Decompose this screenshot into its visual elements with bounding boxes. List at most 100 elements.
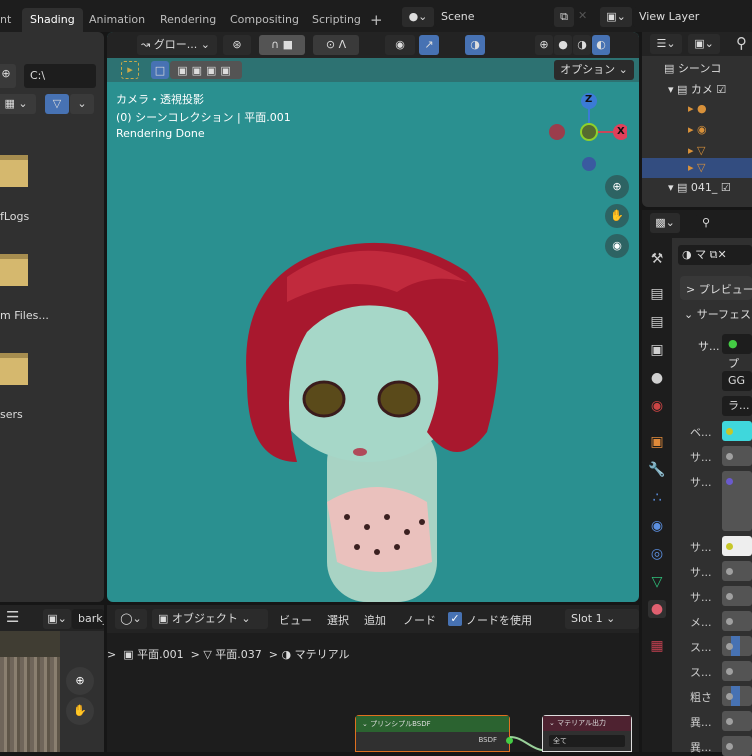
- object-icon[interactable]: ▣: [648, 433, 666, 451]
- base-color-field[interactable]: [722, 421, 752, 441]
- visibility-icon[interactable]: ◉: [385, 35, 415, 55]
- image-browse-icon[interactable]: ▣⌄: [43, 609, 71, 629]
- world-icon[interactable]: ◉: [648, 397, 666, 415]
- prop-field[interactable]: [722, 661, 752, 681]
- folder-label[interactable]: sers: [0, 408, 23, 421]
- breadcrumb-material[interactable]: マテリアル: [295, 648, 350, 661]
- outliner-item-mesh[interactable]: ▸ ▽: [688, 144, 705, 157]
- view-layer-props-icon[interactable]: ▣: [648, 341, 666, 359]
- properties-search[interactable]: ⚲: [696, 213, 752, 233]
- display-mode-button[interactable]: ▦ ⌄: [0, 94, 36, 114]
- breadcrumb-mesh[interactable]: 平面.037: [215, 648, 262, 661]
- zoom-icon[interactable]: ⊕: [605, 175, 629, 199]
- outliner-item-camera[interactable]: ▸ ◉: [688, 123, 707, 136]
- material-slot-selector[interactable]: ◑ マ ⧉✕: [678, 245, 752, 265]
- prop-field[interactable]: [722, 561, 752, 581]
- prop-field[interactable]: [722, 711, 752, 731]
- search-icon[interactable]: ⚲: [736, 34, 747, 52]
- tool-icon[interactable]: ⚒: [648, 250, 666, 268]
- folder-users-icon[interactable]: [0, 353, 28, 385]
- menu-select[interactable]: 選択: [327, 612, 349, 628]
- tab-animation[interactable]: Animation: [81, 8, 153, 32]
- outliner-item-collection2[interactable]: ▾ ▤ 041_ ☑: [668, 181, 731, 194]
- 3d-viewport[interactable]: ↝ グロー... ⌄ ⊛ ∩ ■ ⊙ Λ ◉ ↗ ◑ ⊕ ● ◑ ◐ ▸ □ ▣…: [107, 32, 639, 602]
- select-tool-icon[interactable]: ▸: [121, 61, 139, 79]
- view-layer-icon[interactable]: ▣⌄: [600, 7, 632, 27]
- parent-folder-button[interactable]: ⊕: [0, 64, 16, 88]
- filter-icon[interactable]: ▽: [45, 94, 69, 114]
- output-icon[interactable]: ▤: [648, 313, 666, 331]
- particles-icon[interactable]: ∴: [648, 489, 666, 507]
- snap-icon[interactable]: ∩ ■: [259, 35, 305, 55]
- editor-type-icon[interactable]: ▩⌄: [650, 213, 680, 233]
- tab-layout[interactable]: nt: [0, 8, 19, 32]
- material-icon[interactable]: ●: [648, 600, 666, 618]
- menu-icon[interactable]: ☰: [6, 608, 19, 626]
- path-field[interactable]: C:\: [24, 64, 96, 88]
- preview-panel-header[interactable]: > プレビュー: [680, 276, 752, 300]
- metallic-field[interactable]: [722, 611, 752, 631]
- proportional-edit-icon[interactable]: ⊙ Λ: [313, 35, 359, 55]
- view-layer-field[interactable]: View Layer: [633, 7, 752, 27]
- constraints-icon[interactable]: ◎: [648, 545, 666, 563]
- display-mode-icon[interactable]: ▣⌄: [688, 34, 720, 54]
- subsurface-color-field[interactable]: [722, 536, 752, 556]
- texture-icon[interactable]: ▦: [648, 637, 666, 655]
- pan-hand-icon[interactable]: ✋: [605, 204, 629, 228]
- gizmo-icon[interactable]: ↗: [419, 35, 439, 55]
- pivot-icon[interactable]: ⊛: [223, 35, 251, 55]
- menu-view[interactable]: ビュー: [279, 612, 312, 628]
- scene-props-icon[interactable]: ●: [648, 369, 666, 387]
- scene-name-field[interactable]: Scene: [435, 7, 553, 27]
- tab-scripting[interactable]: Scripting: [304, 8, 369, 32]
- subsurface-radius-field[interactable]: [722, 471, 752, 531]
- mesh-data-icon[interactable]: ▽: [648, 573, 666, 591]
- editor-type-icon[interactable]: ◯⌄: [115, 609, 147, 629]
- image-name-field[interactable]: bark_: [72, 609, 104, 629]
- render-icon[interactable]: ▤: [648, 285, 666, 303]
- specular-field[interactable]: [722, 636, 752, 656]
- method-field[interactable]: ラ...: [722, 396, 752, 416]
- filter-dropdown[interactable]: ⌄: [70, 94, 94, 114]
- menu-add[interactable]: 追加: [364, 612, 386, 628]
- pan-hand-icon[interactable]: ✋: [66, 697, 94, 725]
- prop-field[interactable]: [722, 586, 752, 606]
- prop-field[interactable]: [722, 736, 752, 756]
- remove-scene-icon[interactable]: ✕: [578, 9, 587, 22]
- folder-label[interactable]: fLogs: [0, 210, 29, 223]
- slot-dropdown[interactable]: Slot 1 ⌄: [565, 609, 639, 629]
- physics-icon[interactable]: ◉: [648, 517, 666, 535]
- target-dropdown[interactable]: 全て: [549, 735, 625, 747]
- solid-shading-icon[interactable]: ●: [554, 35, 572, 55]
- outliner-item-light[interactable]: ▸ ●: [688, 102, 707, 115]
- surface-shader-field[interactable]: ● プ: [722, 334, 752, 370]
- add-workspace-button[interactable]: +: [362, 8, 391, 32]
- tab-rendering[interactable]: Rendering: [152, 8, 224, 32]
- surface-panel-header[interactable]: ⌄ サーフェス: [684, 306, 751, 322]
- scene-selector-icon[interactable]: ●⌄: [402, 7, 434, 27]
- prop-field[interactable]: [722, 446, 752, 466]
- folder-icon[interactable]: [0, 254, 28, 286]
- outliner-item-scene-collection[interactable]: ▤ シーンコ: [664, 60, 721, 76]
- rendered-shading-icon[interactable]: ◐: [592, 35, 610, 55]
- use-nodes-checkbox[interactable]: ✓: [448, 612, 462, 626]
- breadcrumb-object[interactable]: 平面.001: [137, 648, 184, 661]
- options-dropdown[interactable]: オプション ⌄: [554, 60, 634, 80]
- select-mode-icons[interactable]: ▣▣▣▣: [170, 61, 242, 79]
- node-editor[interactable]: ◯⌄ ▣ オブジェクト ⌄ ビュー 選択 追加 ノード ✓ ノードを使用 Slo…: [107, 605, 639, 752]
- transform-orientation-dropdown[interactable]: ↝ グロー... ⌄: [137, 35, 217, 55]
- modifier-wrench-icon[interactable]: 🔧: [648, 461, 666, 479]
- outliner-item-collection[interactable]: ▾ ▤ カメ ☑: [668, 81, 726, 97]
- material-output-node[interactable]: ⌄ マテリアル出力 全て: [542, 715, 632, 752]
- camera-view-icon[interactable]: ◉: [605, 234, 629, 258]
- principled-bsdf-node[interactable]: ⌄ プリンシプルBSDF BSDF: [355, 715, 513, 752]
- tab-shading[interactable]: Shading: [22, 8, 83, 32]
- outliner-item-selected[interactable]: ▸ ▽: [642, 158, 752, 178]
- material-shading-icon[interactable]: ◑: [573, 35, 591, 55]
- folder-label[interactable]: m Files...: [0, 309, 49, 322]
- roughness-field[interactable]: [722, 686, 752, 706]
- menu-node[interactable]: ノード: [403, 612, 436, 628]
- outliner-filter-icon[interactable]: ☰⌄: [650, 34, 682, 54]
- zoom-icon[interactable]: ⊕: [66, 667, 94, 695]
- select-new-icon[interactable]: □: [151, 61, 169, 79]
